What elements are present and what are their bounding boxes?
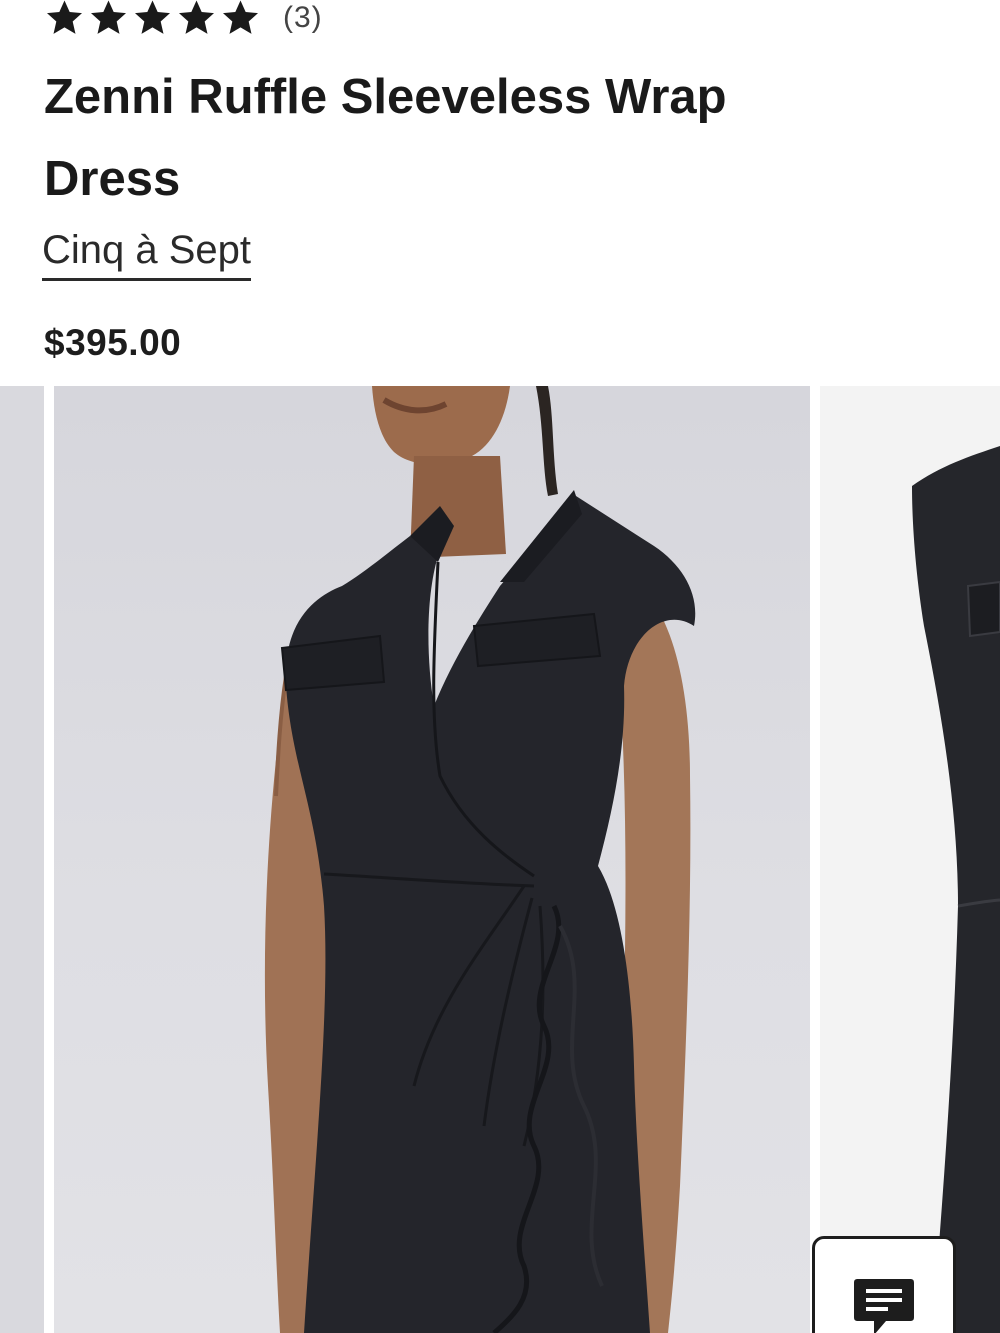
carousel-slide-previous[interactable] xyxy=(0,386,44,1333)
star-icon xyxy=(47,0,82,34)
product-page: (3) Zenni Ruffle Sleeveless Wrap Dress C… xyxy=(0,0,1000,1333)
dress-flat-image xyxy=(912,446,1000,1333)
star-rating xyxy=(44,0,261,38)
product-price: $395.00 xyxy=(44,322,182,363)
product-image-carousel[interactable] xyxy=(0,386,1000,1333)
star-icon xyxy=(135,0,170,34)
product-image-main[interactable] xyxy=(54,386,810,1333)
product-title: Zenni Ruffle Sleeveless Wrap Dress xyxy=(44,70,727,206)
star-icon xyxy=(223,0,258,34)
dress-model-image xyxy=(264,386,696,1333)
star-icon xyxy=(179,0,214,34)
chat-icon xyxy=(852,1277,916,1333)
star-icon xyxy=(91,0,126,34)
chat-button[interactable] xyxy=(812,1236,956,1333)
carousel-slide-next[interactable] xyxy=(820,386,1000,1333)
rating-summary[interactable]: (3) xyxy=(44,0,323,40)
review-count[interactable]: (3) xyxy=(283,1,323,35)
brand-link[interactable]: Cinq à Sept xyxy=(42,222,252,281)
